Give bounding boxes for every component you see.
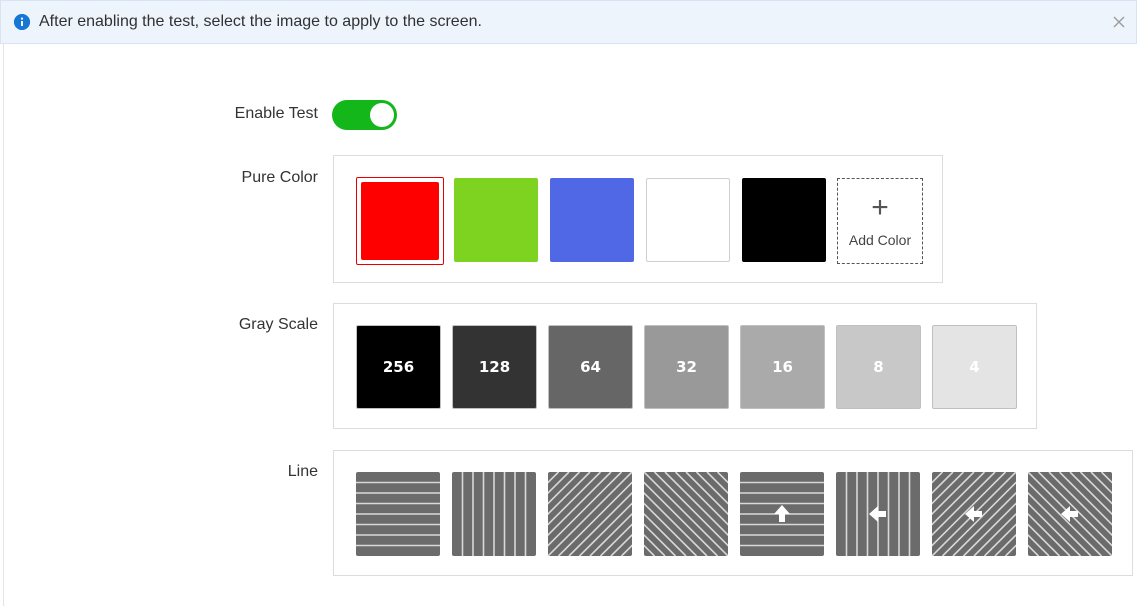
line-pattern-horizontal-arrow-up[interactable] — [740, 472, 824, 556]
line-pattern-vertical-arrow-left[interactable] — [836, 472, 920, 556]
gray-level-value: 256 — [382, 358, 415, 376]
gray-level-16[interactable]: 16 — [740, 325, 825, 409]
line-pattern-horizontal[interactable] — [356, 472, 440, 556]
line-pattern-diagonal-left[interactable] — [644, 472, 728, 556]
line-pattern-diagonal-right[interactable] — [548, 472, 632, 556]
close-icon[interactable] — [1111, 14, 1127, 30]
gray-level-32[interactable]: 32 — [644, 325, 729, 409]
line-pattern-diagonal-right-arrow-left[interactable] — [932, 472, 1016, 556]
gray-level-value: 8 — [873, 358, 884, 376]
gray-level-value: 4 — [969, 358, 980, 376]
content-border — [3, 44, 4, 606]
gray-level-value: 128 — [478, 358, 511, 376]
toggle-knob — [370, 103, 394, 127]
gray-scale-panel: 256 128 64 32 16 8 4 — [333, 303, 1037, 429]
pure-color-panel: + Add Color — [333, 155, 943, 283]
add-color-button[interactable]: + Add Color — [837, 178, 923, 264]
color-swatch-blue[interactable] — [550, 178, 634, 262]
enable-test-label: Enable Test — [234, 105, 318, 122]
gray-scale-label: Gray Scale — [238, 316, 318, 333]
info-icon — [14, 14, 30, 30]
color-swatch-black[interactable] — [742, 178, 826, 262]
line-pattern-diagonal-left-arrow-left[interactable] — [1028, 472, 1112, 556]
add-color-label: Add Color — [848, 232, 912, 248]
gray-level-8[interactable]: 8 — [836, 325, 921, 409]
gray-level-value: 32 — [676, 358, 697, 376]
color-swatch-white[interactable] — [646, 178, 730, 262]
line-label: Line — [287, 463, 318, 480]
enable-test-toggle[interactable] — [332, 100, 397, 130]
gray-level-value: 64 — [580, 358, 601, 376]
info-banner: After enabling the test, select the imag… — [0, 0, 1137, 44]
gray-level-256[interactable]: 256 — [356, 325, 441, 409]
color-swatch-red[interactable] — [356, 177, 444, 265]
plus-icon: + — [871, 191, 889, 224]
gray-level-4[interactable]: 4 — [932, 325, 1017, 409]
gray-level-value: 16 — [772, 358, 793, 376]
swatch-fill — [361, 182, 439, 260]
gray-level-64[interactable]: 64 — [548, 325, 633, 409]
line-pattern-vertical[interactable] — [452, 472, 536, 556]
banner-message: After enabling the test, select the imag… — [39, 13, 482, 30]
line-panel — [333, 450, 1133, 576]
color-swatch-green[interactable] — [454, 178, 538, 262]
pure-color-label: Pure Color — [241, 169, 318, 186]
gray-level-128[interactable]: 128 — [452, 325, 537, 409]
